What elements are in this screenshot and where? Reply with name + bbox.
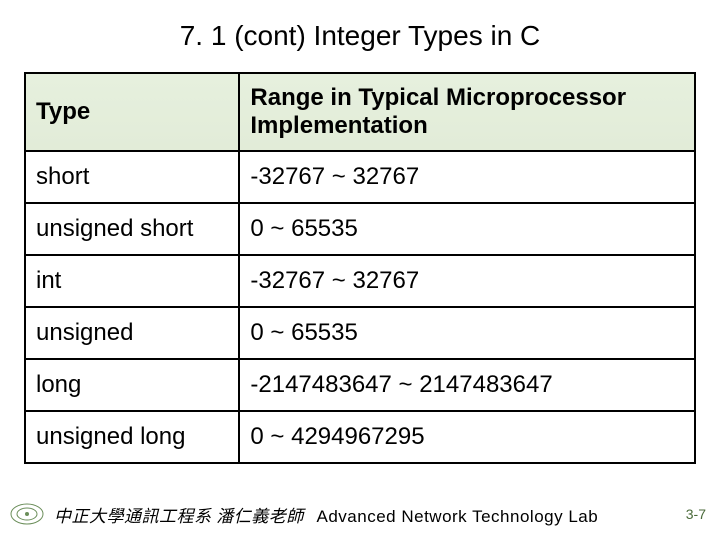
- cell-range: 0 ~ 65535: [239, 307, 695, 359]
- table-row: unsigned 0 ~ 65535: [25, 307, 695, 359]
- cell-range: -2147483647 ~ 2147483647: [239, 359, 695, 411]
- footer: 中正大學通訊工程系 潘仁義老師 Advanced Network Technol…: [0, 498, 720, 530]
- integer-types-table: Type Range in Typical Microprocessor Imp…: [24, 72, 696, 464]
- footer-text: 中正大學通訊工程系 潘仁義老師 Advanced Network Technol…: [54, 502, 666, 527]
- col-header-type: Type: [25, 73, 239, 151]
- cell-type: unsigned long: [25, 411, 239, 463]
- cell-range: -32767 ~ 32767: [239, 151, 695, 203]
- slide: 7. 1 (cont) Integer Types in C Type Rang…: [0, 0, 720, 540]
- table-row: unsigned long 0 ~ 4294967295: [25, 411, 695, 463]
- table-header-row: Type Range in Typical Microprocessor Imp…: [25, 73, 695, 151]
- lab-logo-icon: [0, 500, 54, 528]
- footer-lab: Advanced Network Technology Lab: [317, 507, 599, 526]
- cell-type: unsigned short: [25, 203, 239, 255]
- table-row: short -32767 ~ 32767: [25, 151, 695, 203]
- col-header-range: Range in Typical Microprocessor Implemen…: [239, 73, 695, 151]
- cell-type: unsigned: [25, 307, 239, 359]
- page-title: 7. 1 (cont) Integer Types in C: [24, 20, 696, 52]
- cell-type: long: [25, 359, 239, 411]
- cell-type: int: [25, 255, 239, 307]
- cell-range: 0 ~ 65535: [239, 203, 695, 255]
- footer-affiliation: 中正大學通訊工程系 潘仁義老師: [54, 507, 304, 526]
- page-number: 3-7: [666, 506, 720, 522]
- table-row: long -2147483647 ~ 2147483647: [25, 359, 695, 411]
- table-row: int -32767 ~ 32767: [25, 255, 695, 307]
- table-row: unsigned short 0 ~ 65535: [25, 203, 695, 255]
- cell-range: 0 ~ 4294967295: [239, 411, 695, 463]
- cell-range: -32767 ~ 32767: [239, 255, 695, 307]
- cell-type: short: [25, 151, 239, 203]
